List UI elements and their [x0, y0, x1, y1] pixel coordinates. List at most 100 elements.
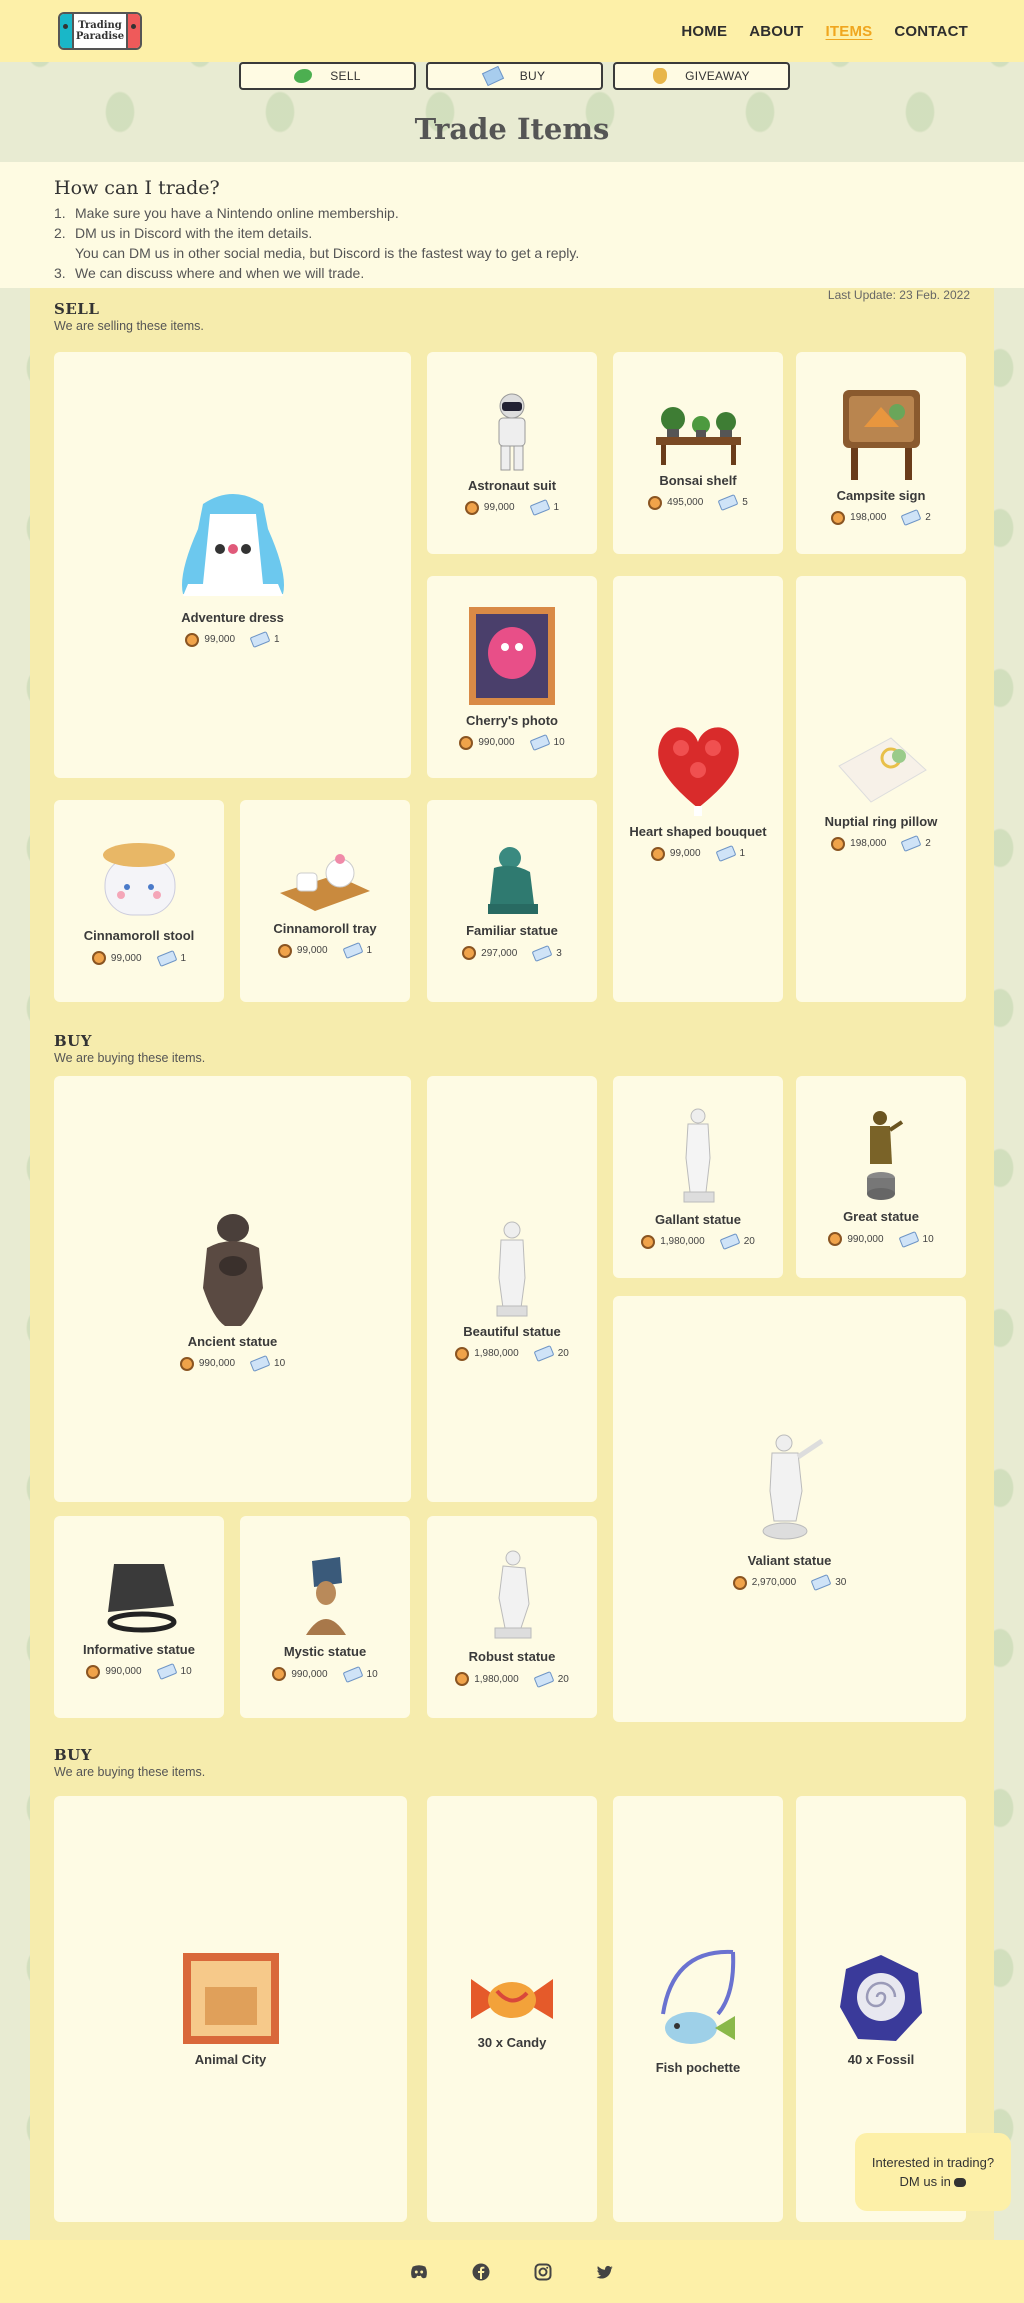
nook-ticket-icon: [719, 1233, 741, 1250]
item-card[interactable]: Animal City: [54, 1796, 407, 2222]
item-price: 990,000 10: [179, 1355, 285, 1372]
item-price: 1,980,000 20: [455, 1670, 569, 1688]
valiant-statue-icon: [762, 1434, 824, 1539]
informative-statue-icon: [107, 1563, 177, 1632]
item-card[interactable]: Adventure dress 99,000 1: [54, 352, 411, 778]
item-card[interactable]: Gallant statue 1,980,000 20: [613, 1076, 783, 1278]
nook-ticket-icon: [156, 949, 177, 967]
bell-bag-icon: [462, 946, 477, 960]
item-price: 990,000 10: [86, 1663, 192, 1680]
bell-bag-icon: [455, 1346, 470, 1361]
nook-ticket-icon: [342, 1665, 363, 1683]
robust-statue-icon: [494, 1550, 531, 1639]
step-item: 3. We can discuss where and when we will …: [54, 265, 365, 281]
giveaway-section-head: BUY We are buying these items.: [54, 1746, 205, 1779]
nav-about[interactable]: ABOUT: [749, 23, 803, 40]
item-name: Cinnamoroll tray: [273, 920, 377, 936]
nook-ticket-icon: [249, 1355, 271, 1372]
campsite-sign-icon: [842, 389, 920, 480]
dm-us-bubble[interactable]: Interested in trading? DM us in: [855, 2133, 1011, 2211]
item-card[interactable]: Cinnamoroll tray 99,000 1: [240, 800, 410, 1002]
item-card[interactable]: Informative statue 990,000 10: [54, 1516, 224, 1718]
item-card[interactable]: Great statue 990,000 10: [796, 1076, 966, 1278]
item-name: Adventure dress: [181, 609, 284, 625]
site-logo[interactable]: Trading Paradise: [58, 12, 142, 50]
item-card[interactable]: Valiant statue 2,970,000 30: [613, 1296, 966, 1722]
candy-icon: [471, 1978, 553, 2019]
item-price: 990,000 10: [272, 1665, 378, 1683]
nook-ticket-icon: [533, 1670, 555, 1688]
bell-bag-icon: [179, 1356, 194, 1371]
item-name: Gallant statue: [655, 1211, 741, 1227]
nook-ticket-icon: [249, 631, 271, 648]
item-name: Astronaut suit: [467, 477, 557, 493]
item-card[interactable]: Cherry's photo 990,000 10: [427, 576, 597, 778]
step-item: 1. Make sure you have a Nintendo online m…: [54, 205, 399, 221]
tab-buy[interactable]: BUY: [426, 62, 603, 90]
discord-icon[interactable]: [410, 2263, 428, 2281]
item-name: Cherry's photo: [466, 712, 558, 728]
nav-contact[interactable]: CONTACT: [894, 23, 968, 40]
item-price: 198,000 2: [831, 835, 931, 852]
bell-bag-icon: [648, 495, 663, 510]
bell-bag-icon: [86, 1664, 101, 1679]
item-name: Campsite sign: [836, 487, 926, 503]
fossil-icon: [840, 1955, 922, 2041]
items-content: Last Update: 23 Feb. 2022 SELL We are se…: [30, 288, 994, 2240]
item-card[interactable]: Campsite sign 198,000 2: [796, 352, 966, 554]
nook-ticket-icon: [529, 734, 550, 751]
item-name: Heart shaped bouquet: [629, 823, 767, 839]
item-card[interactable]: 30 x Candy: [427, 1796, 597, 2222]
item-card[interactable]: Heart shaped bouquet 99,000 1: [613, 576, 783, 1002]
item-name: Bonsai shelf: [659, 472, 737, 488]
facebook-icon[interactable]: [472, 2263, 490, 2281]
discord-icon: [954, 2178, 967, 2188]
item-card[interactable]: Familiar statue 297,000 3: [427, 800, 597, 1002]
page-title: Trade Items: [414, 112, 610, 146]
item-price: 99,000 1: [277, 942, 372, 959]
item-card[interactable]: Ancient statue 990,000 10: [54, 1076, 411, 1502]
nook-ticket-icon: [715, 845, 736, 862]
twitter-icon[interactable]: [596, 2263, 614, 2281]
ancient-statue-icon: [202, 1213, 263, 1326]
main-nav: HOME ABOUT ITEMS CONTACT: [681, 23, 968, 40]
item-card[interactable]: Robust statue 1,980,000 20: [427, 1516, 597, 1718]
buy-heading: BUY: [54, 1032, 92, 1050]
tab-giveaway-label: GIVEAWAY: [685, 69, 750, 83]
item-name: Valiant statue: [747, 1552, 832, 1568]
item-name: Fish pochette: [655, 2059, 741, 2075]
mystic-statue-icon: [305, 1557, 346, 1635]
item-price: 297,000 3: [462, 944, 562, 962]
bonsai-shelf-icon: [655, 406, 741, 465]
bell-bag-icon: [831, 510, 846, 525]
instagram-icon[interactable]: [534, 2263, 552, 2281]
cinnamoroll-stool-icon: [102, 843, 175, 916]
item-name: Robust statue: [468, 1649, 556, 1664]
item-name: Mystic statue: [283, 1644, 367, 1659]
nook-ticket-icon: [342, 942, 363, 959]
joycon-right-icon: [128, 14, 140, 48]
tab-sell[interactable]: SELL: [239, 62, 416, 90]
item-price: 99,000 1: [650, 845, 745, 862]
item-card[interactable]: Astronaut suit 99,000 1: [427, 352, 597, 554]
tab-giveaway[interactable]: GIVEAWAY: [613, 62, 790, 90]
item-name: Cinnamoroll stool: [83, 928, 195, 943]
nook-ticket-icon: [156, 1663, 177, 1680]
item-card[interactable]: Bonsai shelf 495,000 5: [613, 352, 783, 554]
giveaway-desc: We are buying these items.: [54, 1765, 206, 1779]
gallant-statue-icon: [683, 1108, 714, 1202]
item-card[interactable]: Cinnamoroll stool 99,000 1: [54, 800, 224, 1002]
item-card[interactable]: Nuptial ring pillow 198,000 2: [796, 576, 966, 1002]
bell-bag-icon: [185, 632, 200, 647]
item-card[interactable]: Fish pochette: [613, 1796, 783, 2222]
sell-desc: We are selling these items.: [54, 319, 204, 333]
how-to-heading: How can I trade?: [54, 177, 220, 199]
item-price: 99,000 1: [464, 499, 559, 516]
item-card[interactable]: Mystic statue 990,000 10: [240, 1516, 410, 1718]
item-name: 40 x Fossil: [847, 2052, 915, 2067]
nav-items[interactable]: ITEMS: [826, 23, 873, 40]
ticket-icon: [481, 65, 504, 87]
item-price: 990,000 10: [459, 734, 565, 751]
item-card[interactable]: Beautiful statue 1,980,000 20: [427, 1076, 597, 1502]
nav-home[interactable]: HOME: [681, 23, 727, 40]
